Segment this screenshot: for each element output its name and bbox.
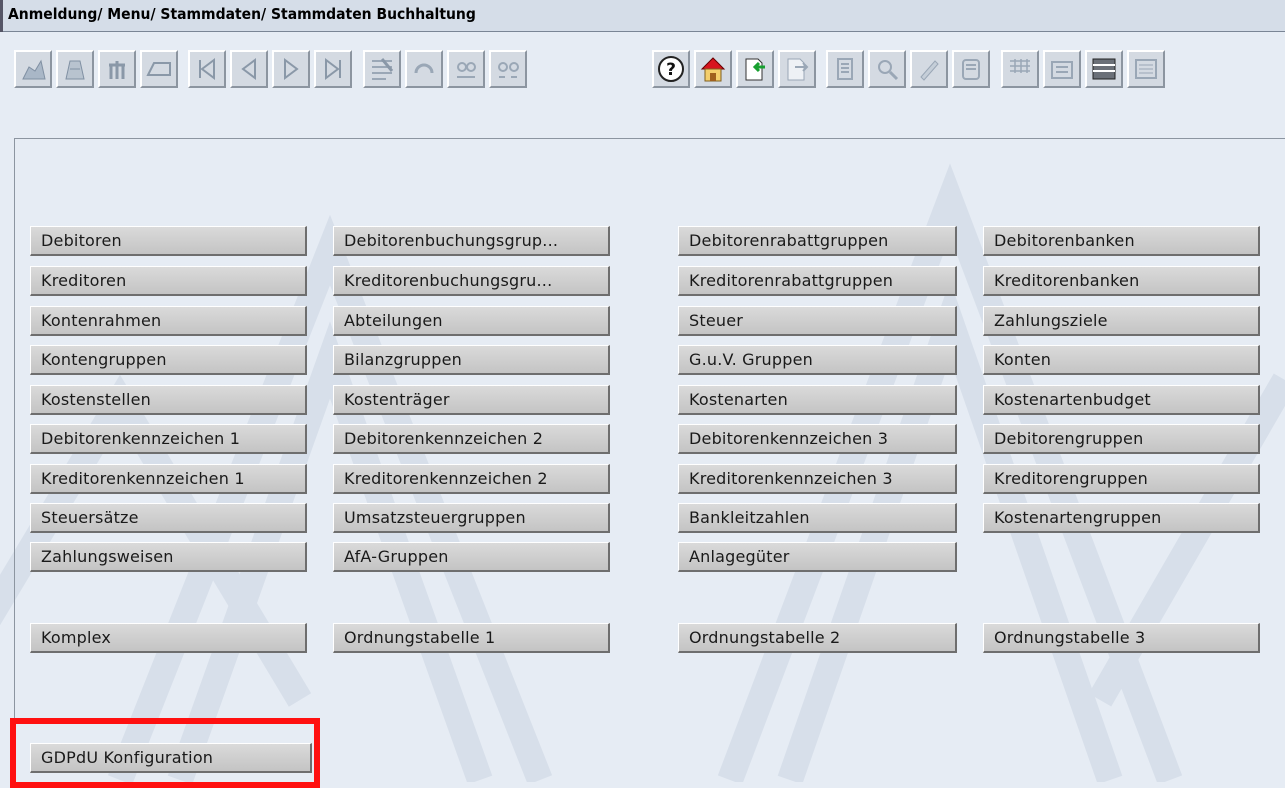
svg-text:?: ? — [666, 60, 676, 80]
grid-button[interactable] — [1001, 50, 1039, 88]
window-title: Anmeldung/ Menu/ Stammdaten/ Stammdaten … — [8, 5, 476, 23]
komplex-button[interactable]: Komplex — [30, 623, 307, 653]
last-record-icon — [325, 58, 341, 80]
bilanzgruppen-button[interactable]: Bilanzgruppen — [333, 345, 610, 375]
debitorenkennzeichen-1-button[interactable]: Debitorenkennzeichen 1 — [30, 424, 307, 454]
steuer-button[interactable]: Steuer — [678, 306, 957, 336]
titlebar-edge — [0, 0, 3, 32]
search-button[interactable] — [868, 50, 906, 88]
kostenartengruppen-button[interactable]: Kostenartengruppen — [983, 503, 1260, 533]
help-icon: ? — [658, 56, 684, 82]
debitorenrabattgruppen-button[interactable]: Debitorenrabattgruppen — [678, 226, 957, 256]
save-icon — [962, 59, 980, 80]
unlink-button[interactable] — [489, 50, 527, 88]
window-titlebar: Anmeldung/ Menu/ Stammdaten/ Stammdaten … — [0, 0, 1285, 32]
print-button[interactable] — [826, 50, 864, 88]
kreditorenbuchungsgru-button[interactable]: Kreditorenbuchungsgru... — [333, 266, 610, 296]
kreditorenkennzeichen-1-button[interactable]: Kreditorenkennzeichen 1 — [30, 464, 307, 494]
next-record-button[interactable] — [272, 50, 310, 88]
refresh-icon — [414, 63, 434, 74]
konten-button[interactable]: Konten — [983, 345, 1260, 375]
edit-button[interactable] — [910, 50, 948, 88]
kostenarten-button[interactable]: Kostenarten — [678, 385, 957, 415]
print-icon — [837, 58, 853, 80]
new-record-button[interactable] — [14, 50, 52, 88]
help-button[interactable]: ? — [652, 50, 690, 88]
export-button[interactable] — [736, 50, 774, 88]
kreditorenkennzeichen-2-button[interactable]: Kreditorenkennzeichen 2 — [333, 464, 610, 494]
save-button[interactable] — [952, 50, 990, 88]
search-icon — [878, 60, 899, 81]
kreditorenkennzeichen-3-button[interactable]: Kreditorenkennzeichen 3 — [678, 464, 957, 494]
copy-record-icon — [65, 60, 85, 80]
kostenstellen-button[interactable]: Kostenstellen — [30, 385, 307, 415]
kostentraeger-button[interactable]: Kostenträger — [333, 385, 610, 415]
next-record-icon — [284, 58, 299, 80]
form-icon — [1051, 61, 1073, 79]
highlight-box — [10, 718, 320, 788]
edit-icon — [920, 60, 939, 81]
home-icon — [700, 57, 726, 82]
home-button[interactable] — [694, 50, 732, 88]
debitorenkennzeichen-3-button[interactable]: Debitorenkennzeichen 3 — [678, 424, 957, 454]
new-record-icon — [22, 59, 46, 80]
grid-icon — [1010, 59, 1030, 73]
kreditoren-button[interactable]: Kreditoren — [30, 266, 307, 296]
refresh-button[interactable] — [405, 50, 443, 88]
kreditorenbanken-button[interactable]: Kreditorenbanken — [983, 266, 1260, 296]
ordnungstabelle-2-button[interactable]: Ordnungstabelle 2 — [678, 623, 957, 653]
edit-list-button[interactable] — [363, 50, 401, 88]
afa-gruppen-button[interactable]: AfA-Gruppen — [333, 542, 610, 572]
debitorenbanken-button[interactable]: Debitorenbanken — [983, 226, 1260, 256]
zahlungsziele-button[interactable]: Zahlungsziele — [983, 306, 1260, 336]
export-icon — [745, 58, 765, 81]
delete-record-icon — [109, 61, 125, 79]
ordnungstabelle-3-button[interactable]: Ordnungstabelle 3 — [983, 623, 1260, 653]
last-record-button[interactable] — [314, 50, 352, 88]
kontenrahmen-button[interactable]: Kontenrahmen — [30, 306, 307, 336]
import-button[interactable] — [778, 50, 816, 88]
debitoren-button[interactable]: Debitoren — [30, 226, 307, 256]
steuersaetze-button[interactable]: Steuersätze — [30, 503, 307, 533]
copy-record-button[interactable] — [56, 50, 94, 88]
g-u-v-gruppen-button[interactable]: G.u.V. Gruppen — [678, 345, 957, 375]
previous-record-button[interactable] — [230, 50, 268, 88]
debitorengruppen-button[interactable]: Debitorengruppen — [983, 424, 1260, 454]
import-icon — [787, 58, 809, 81]
kostenartenbudget-button[interactable]: Kostenartenbudget — [983, 385, 1260, 415]
clear-form-icon — [146, 62, 171, 76]
debitorenkennzeichen-2-button[interactable]: Debitorenkennzeichen 2 — [333, 424, 610, 454]
kreditorenrabattgruppen-button[interactable]: Kreditorenrabattgruppen — [678, 266, 957, 296]
previous-record-icon — [241, 58, 256, 80]
bankleitzahlen-button[interactable]: Bankleitzahlen — [678, 503, 957, 533]
first-record-button[interactable] — [188, 50, 226, 88]
debitorenbuchungsgrup-button[interactable]: Debitorenbuchungsgrup... — [333, 226, 610, 256]
list-view-button[interactable] — [1085, 50, 1123, 88]
detail-view-icon — [1135, 59, 1157, 79]
abteilungen-button[interactable]: Abteilungen — [333, 306, 610, 336]
clear-form-button[interactable] — [140, 50, 178, 88]
ordnungstabelle-1-button[interactable]: Ordnungstabelle 1 — [333, 623, 610, 653]
link-icon — [457, 62, 476, 78]
link-button[interactable] — [447, 50, 485, 88]
first-record-icon — [199, 58, 215, 80]
form-button[interactable] — [1043, 50, 1081, 88]
detail-view-button[interactable] — [1127, 50, 1165, 88]
edit-list-icon — [372, 58, 394, 80]
umsatzsteuergruppen-button[interactable]: Umsatzsteuergruppen — [333, 503, 610, 533]
unlink-icon — [498, 62, 519, 78]
zahlungsweisen-button[interactable]: Zahlungsweisen — [30, 542, 307, 572]
delete-record-button[interactable] — [98, 50, 136, 88]
list-view-icon — [1092, 58, 1116, 80]
kreditorengruppen-button[interactable]: Kreditorengruppen — [983, 464, 1260, 494]
anlagegueter-button[interactable]: Anlagegüter — [678, 542, 957, 572]
toolbar: ? — [14, 50, 1279, 90]
kontengruppen-button[interactable]: Kontengruppen — [30, 345, 307, 375]
